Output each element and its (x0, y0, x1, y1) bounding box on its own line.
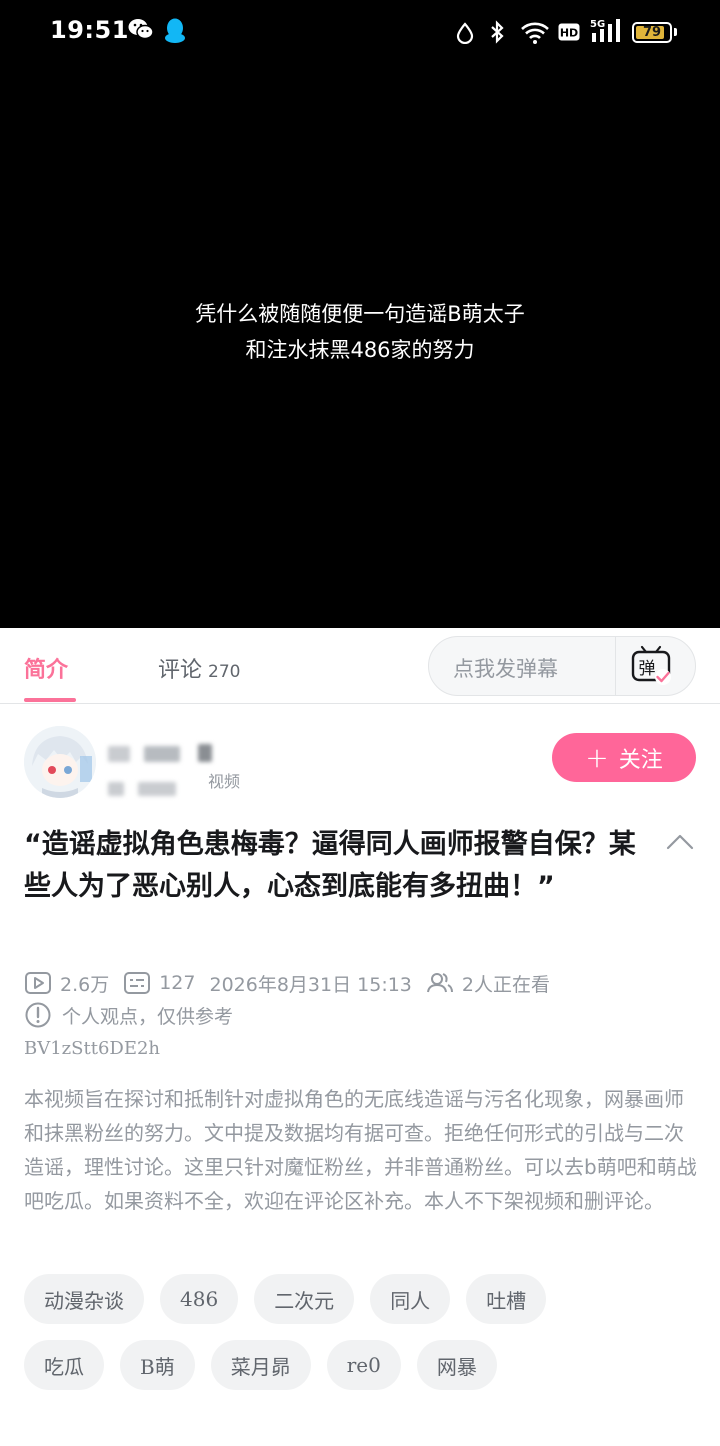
danmu-placeholder: 点我发弹幕 (453, 657, 558, 681)
tag-chip[interactable]: 二次元 (254, 1274, 355, 1324)
tag-row-2: 吃瓜 B萌 菜月昴 re0 网暴 (24, 1340, 714, 1390)
info-icon (25, 1002, 51, 1028)
battery-level: 79 (642, 25, 662, 40)
status-time: 19:51 (50, 16, 129, 44)
svg-text:弹: 弹 (639, 659, 656, 679)
tab-bar: 简介 评论 270 点我发弹幕 弹 (0, 628, 720, 704)
danmaku-count: 127 (159, 972, 196, 994)
hd-icon: HD (558, 23, 580, 41)
author-avatar[interactable] (24, 726, 96, 798)
bluetooth-icon (491, 20, 504, 44)
video-description: 本视频旨在探讨和抵制针对虚拟角色的无底线造谣与污名化现象，网暴画师和抹黑粉丝的努… (24, 1087, 697, 1213)
opinion-notice: 个人观点，仅供参考 (24, 1000, 233, 1030)
tab-comments-count: 270 (208, 662, 241, 682)
subtitle-line-2: 和注水抹黑486家的努力 (245, 338, 475, 362)
video-title: “造谣虚拟角色患梅毒？逼得同人画师报警自保？某些人为了恶心别人，心态到底能有多扭… (24, 829, 636, 902)
water-drop-icon (456, 22, 474, 44)
views-stat: 2.6万 (24, 970, 109, 997)
viewers-icon (426, 973, 453, 993)
tag-list: 动漫杂谈 486 二次元 同人 吐槽 吃瓜 B萌 菜月昴 re0 网暴 (24, 1274, 714, 1406)
qq-icon (165, 18, 185, 43)
tab-active-indicator (24, 698, 76, 702)
publish-time-text: 2026年8月31日 15:13 (209, 973, 412, 996)
signal-5g-icon: 5G (590, 19, 620, 42)
video-player[interactable]: 19:51 HD 5G 79 凭什么被随随便便一句造谣B萌太子 和注水抹黑486… (0, 0, 720, 628)
tab-comments[interactable]: 评论 270 (158, 652, 240, 684)
play-count-icon (25, 972, 51, 994)
tag-chip[interactable]: re0 (326, 1340, 401, 1390)
tag-chip[interactable]: 动漫杂谈 (24, 1274, 144, 1324)
danmaku-count-icon (124, 972, 151, 994)
tab-comments-label: 评论 (158, 658, 203, 683)
wifi-icon (521, 22, 549, 44)
video-stats: 2.6万 127 2026年8月31日 15:13 2人正在看 (24, 968, 564, 998)
author-subtitle: 视频 (208, 772, 241, 791)
avatar-image (24, 726, 96, 798)
follow-button[interactable]: + 关注 (552, 733, 696, 782)
tag-chip[interactable]: 菜月昴 (210, 1340, 311, 1390)
subtitle-line-1: 凭什么被随随便便一句造谣B萌太子 (195, 302, 525, 326)
publish-time: 2026年8月31日 15:13 (209, 970, 411, 997)
tag-chip[interactable]: 吐槽 (466, 1274, 547, 1324)
opinion-notice-text: 个人观点，仅供参考 (62, 1005, 234, 1028)
video-subtitle: 凭什么被随随便便一句造谣B萌太子 和注水抹黑486家的努力 (0, 296, 720, 368)
battery-icon: 79 (632, 22, 672, 43)
tag-chip[interactable]: 486 (160, 1274, 239, 1324)
svg-text:5G: 5G (590, 19, 605, 30)
watching-count: 2人正在看 (461, 973, 550, 996)
views-count: 2.6万 (60, 973, 110, 996)
follow-label: 关注 (618, 747, 663, 773)
danmaku-stat: 127 (123, 971, 195, 995)
tag-chip[interactable]: B萌 (120, 1340, 195, 1390)
bvid[interactable]: BV1zStt6DE2h (24, 1038, 160, 1059)
status-bar: 19:51 HD 5G 79 (0, 0, 720, 66)
wechat-icon (128, 19, 154, 40)
tag-chip[interactable]: 吃瓜 (24, 1340, 104, 1390)
tag-chip[interactable]: 网暴 (416, 1340, 497, 1390)
danmu-input[interactable]: 点我发弹幕 弹 (428, 636, 696, 696)
danmu-toggle-icon[interactable]: 弹 (629, 645, 673, 687)
tag-row-1: 动漫杂谈 486 二次元 同人 吐槽 (24, 1274, 714, 1324)
chevron-up-icon[interactable] (666, 832, 694, 852)
tag-chip[interactable]: 同人 (370, 1274, 451, 1324)
svg-text:HD: HD (560, 27, 578, 40)
tab-intro[interactable]: 简介 (24, 652, 68, 684)
watching-stat: 2人正在看 (426, 970, 550, 997)
plus-icon: + (585, 740, 609, 774)
